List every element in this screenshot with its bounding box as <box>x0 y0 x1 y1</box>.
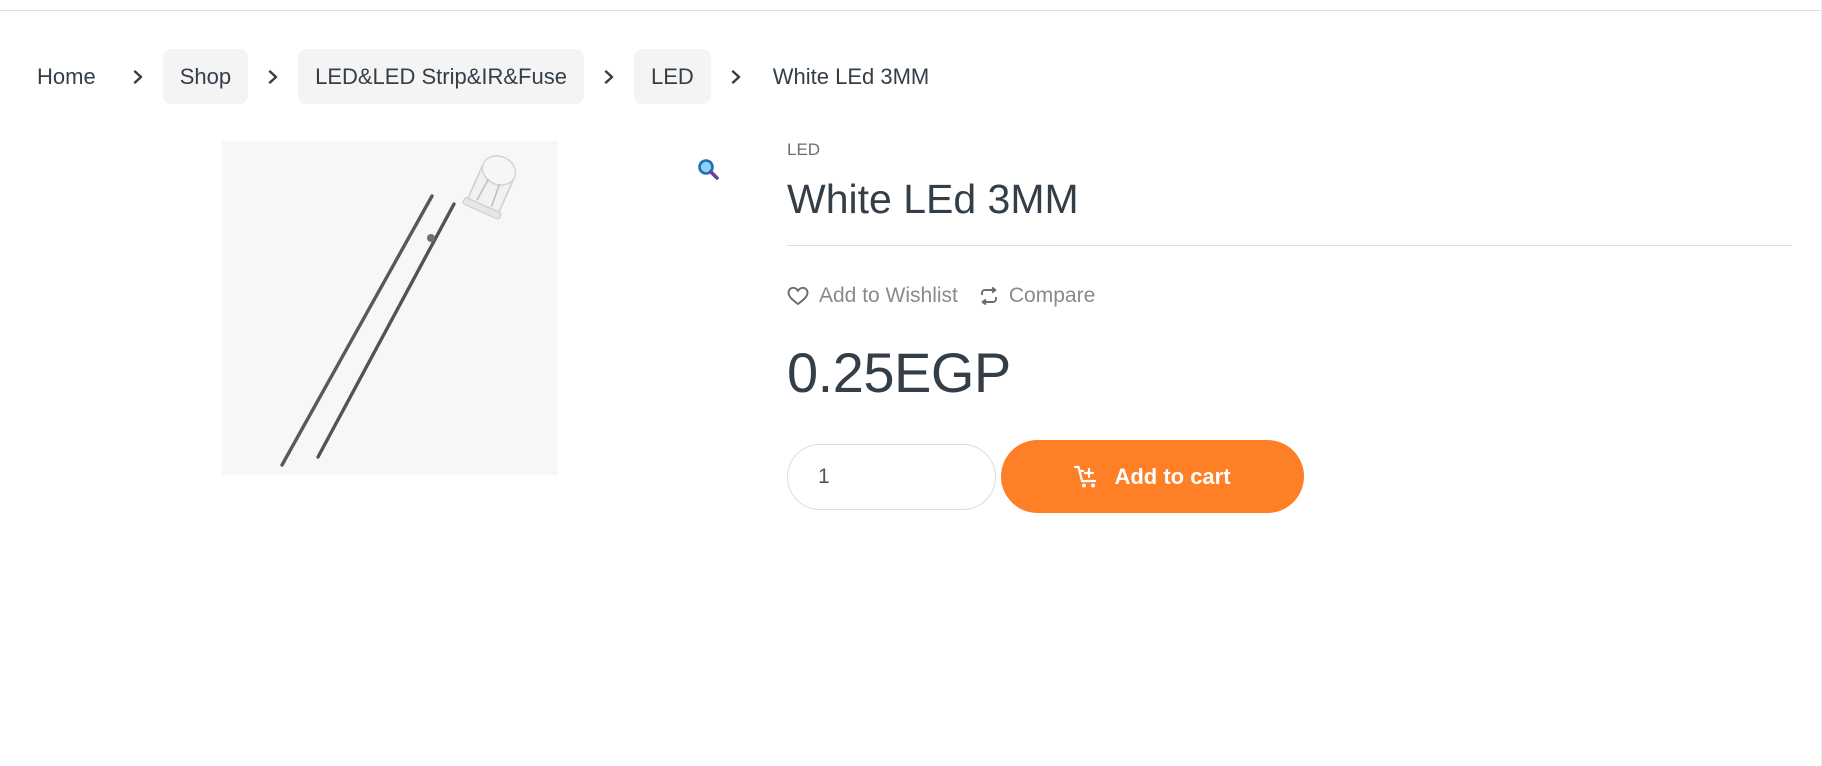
product-category[interactable]: LED <box>787 137 1792 163</box>
zoom-button[interactable] <box>694 155 722 183</box>
compare-link[interactable]: Compare <box>979 284 1095 308</box>
product-image[interactable] <box>222 141 558 475</box>
chevron-right-icon <box>584 49 634 104</box>
breadcrumb-subcategory[interactable]: LED <box>633 49 711 104</box>
add-to-wishlist-link[interactable]: Add to Wishlist <box>787 284 958 308</box>
breadcrumb-home[interactable]: Home <box>20 49 113 104</box>
add-to-cart-button[interactable]: Add to cart <box>1001 440 1304 513</box>
chevron-right-icon <box>711 49 761 104</box>
breadcrumb-category[interactable]: LED&LED Strip&IR&Fuse <box>298 49 584 104</box>
add-to-cart-label: Add to cart <box>1114 463 1231 489</box>
quantity-input[interactable] <box>787 443 996 510</box>
product-summary: LED White LEd 3MM Add to Wishlist Compar… <box>787 137 1792 513</box>
breadcrumb-shop[interactable]: Shop <box>162 49 249 104</box>
chevron-right-icon <box>113 49 163 104</box>
product-actions: Add to Wishlist Compare <box>787 284 1792 308</box>
compare-label: Compare <box>1008 284 1096 307</box>
add-to-cart-form: Add to cart <box>787 440 1792 513</box>
add-to-wishlist-label: Add to Wishlist <box>819 284 958 307</box>
breadcrumb: Home Shop LED&LED Strip&IR&Fuse LED Whit… <box>20 49 929 104</box>
sync-arrows-icon <box>980 287 997 305</box>
heart-icon <box>787 286 809 306</box>
led-product-illustration <box>222 141 558 475</box>
magnifier-icon <box>698 159 719 180</box>
cart-plus-icon <box>1074 465 1097 487</box>
chevron-right-icon <box>248 49 298 104</box>
header-divider <box>0 10 1822 11</box>
breadcrumb-current: White LEd 3MM <box>772 63 930 89</box>
product-price: 0.25EGP <box>787 341 1011 404</box>
title-divider <box>787 245 1792 246</box>
product-title: White LEd 3MM <box>787 176 1079 222</box>
